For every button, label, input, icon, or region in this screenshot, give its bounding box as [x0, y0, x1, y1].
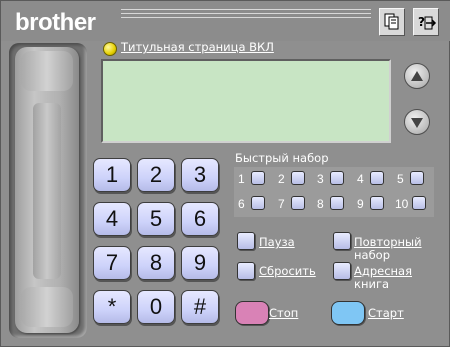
speed-dial-number: 10	[395, 197, 409, 211]
keypad-key-5[interactable]: 5	[137, 202, 175, 236]
keypad-key-6[interactable]: 6	[181, 202, 219, 236]
speed-dial-button[interactable]	[412, 196, 426, 210]
keypad-key-0[interactable]: 0	[137, 290, 175, 324]
speed-dial-number: 3	[317, 172, 324, 186]
handset-mouthpiece	[21, 287, 73, 327]
keypad-key-2[interactable]: 2	[137, 158, 175, 192]
redial-button[interactable]	[333, 232, 351, 250]
decorative-stripes	[121, 9, 371, 21]
triangle-up-icon	[411, 71, 423, 81]
speed-dial-number: 1	[238, 172, 245, 186]
speed-dial-number: 6	[238, 197, 245, 211]
reset-button[interactable]	[237, 262, 255, 280]
speed-dial-button[interactable]	[251, 171, 265, 185]
speed-dial-number: 7	[278, 197, 285, 211]
redial-label: Повторный набор	[354, 235, 422, 262]
speed-dial-button[interactable]	[410, 171, 424, 185]
pause-button[interactable]	[237, 232, 255, 250]
keypad-key-3[interactable]: 3	[181, 158, 219, 192]
speed-dial-number: 4	[357, 172, 364, 186]
status-text: Титульная страница ВКЛ	[121, 40, 274, 54]
keypad-key-7[interactable]: 7	[93, 246, 131, 280]
keypad-key-4[interactable]: 4	[93, 202, 131, 236]
speed-dial-number: 8	[317, 197, 324, 211]
speed-dial-button[interactable]	[370, 196, 384, 210]
triangle-down-icon	[411, 118, 423, 128]
handset-earpiece	[21, 51, 73, 91]
keypad-key-1[interactable]: 1	[93, 158, 131, 192]
lcd-display	[101, 59, 391, 143]
start-button[interactable]	[331, 301, 365, 325]
address-book-button[interactable]	[333, 262, 351, 280]
speed-dial-number: 9	[357, 197, 364, 211]
start-label: Старт	[368, 306, 404, 320]
speed-dial-button[interactable]	[291, 196, 305, 210]
speed-dial-number: 5	[397, 172, 404, 186]
status-lamp-icon	[103, 42, 117, 56]
pause-label: Пауза	[259, 235, 295, 249]
stop-label: Стоп	[269, 306, 299, 320]
keypad-key-8[interactable]: 8	[137, 246, 175, 280]
speed-dial-button[interactable]	[251, 196, 265, 210]
scroll-up-button[interactable]	[404, 63, 430, 89]
scroll-down-button[interactable]	[404, 109, 430, 135]
reset-label: Сбросить	[259, 264, 316, 278]
handset-grip	[33, 103, 61, 279]
keypad-key-star[interactable]: *	[93, 290, 131, 324]
handset[interactable]	[15, 47, 79, 333]
speed-dial-button[interactable]	[370, 171, 384, 185]
address-book-label: Адресная книга	[354, 264, 412, 291]
svg-text:?: ?	[418, 15, 425, 29]
speed-dial-label: Быстрый набор	[235, 151, 329, 165]
brand-logo: brother	[15, 9, 96, 36]
keypad-key-hash[interactable]: #	[181, 290, 219, 324]
document-icon[interactable]	[379, 8, 405, 36]
speed-dial-number: 2	[278, 172, 285, 186]
help-exit-icon[interactable]: ?	[413, 8, 439, 36]
speed-dial-button[interactable]	[330, 171, 344, 185]
keypad-key-9[interactable]: 9	[181, 246, 219, 280]
stop-button[interactable]	[235, 301, 269, 325]
top-bar: brother ?	[1, 1, 450, 41]
fax-panel: brother ? Титульная страница ВКЛ 1 2 3 4…	[0, 0, 450, 347]
speed-dial-button[interactable]	[330, 196, 344, 210]
speed-dial-button[interactable]	[291, 171, 305, 185]
